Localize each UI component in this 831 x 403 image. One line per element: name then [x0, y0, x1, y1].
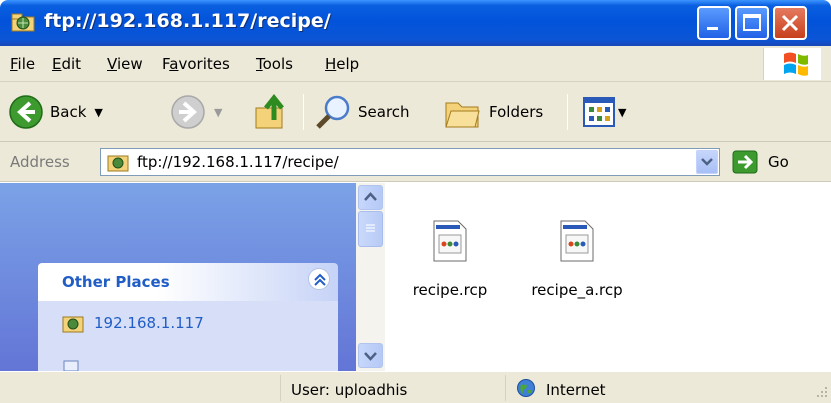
close-button[interactable]: [773, 6, 807, 40]
collapse-icon[interactable]: [308, 268, 330, 290]
file-name: recipe.rcp: [412, 281, 488, 299]
ftp-folder-icon: [107, 155, 129, 172]
back-arrow-icon: [9, 95, 43, 129]
other-places-body: 192.168.1.117: [38, 301, 338, 371]
menu-tools[interactable]: Tools: [256, 55, 293, 73]
file-icon: [560, 220, 594, 262]
scroll-thumb[interactable]: [358, 211, 383, 247]
menu-favorites[interactable]: Favorites: [162, 55, 230, 73]
globe-icon: [517, 379, 535, 397]
ftp-folder-icon: [62, 316, 84, 333]
place-link-label: 192.168.1.117: [94, 314, 204, 332]
folders-icon: [445, 102, 480, 128]
up-folder-button[interactable]: [252, 92, 292, 132]
views-dropdown-icon[interactable]: ▼: [618, 106, 626, 119]
go-arrow-icon: [732, 150, 758, 174]
search-button[interactable]: Search: [314, 93, 410, 131]
search-icon: [316, 95, 350, 129]
folders-label: Folders: [489, 103, 544, 121]
partial-item-icon: [63, 360, 79, 371]
address-dropdown-button[interactable]: [696, 150, 718, 174]
chevron-down-icon: [364, 352, 377, 361]
menu-help[interactable]: Help: [325, 55, 359, 73]
file-item[interactable]: recipe_a.rcp: [522, 219, 632, 299]
forward-arrow-icon: [171, 95, 205, 129]
forward-button[interactable]: ▼: [170, 94, 222, 130]
scroll-down-button[interactable]: [358, 343, 383, 368]
status-pane-user: User: uploadhis: [280, 375, 500, 401]
up-folder-icon: [255, 93, 284, 129]
windows-logo-icon: [763, 48, 821, 80]
minimize-button[interactable]: [697, 6, 731, 40]
resize-grip-icon[interactable]: [813, 383, 829, 399]
other-places-header[interactable]: Other Places: [38, 263, 338, 301]
vertical-scrollbar[interactable]: [356, 183, 385, 371]
menu-edit[interactable]: Edit: [52, 55, 81, 73]
place-link-host[interactable]: 192.168.1.117: [62, 313, 204, 333]
other-places-title: Other Places: [62, 273, 170, 291]
address-value: ftp://192.168.1.117/recipe/: [137, 153, 339, 171]
menu-view[interactable]: View: [107, 55, 143, 73]
views-icon: [583, 97, 615, 127]
back-button[interactable]: Back ▼: [8, 94, 103, 130]
status-pane-zone: Internet: [505, 375, 831, 401]
chevron-up-icon: [364, 192, 377, 201]
window-title: ftp://192.168.1.117/recipe/: [44, 10, 331, 32]
menu-bar: File Edit View Favorites Tools Help: [0, 46, 831, 82]
file-name: recipe_a.rcp: [531, 281, 623, 299]
title-bar[interactable]: ftp://192.168.1.117/recipe/: [0, 0, 831, 46]
go-label: Go: [768, 153, 789, 171]
back-dropdown-icon[interactable]: ▼: [94, 106, 102, 119]
address-bar: Address ftp://192.168.1.117/recipe/ Go: [0, 142, 831, 182]
status-zone: Internet: [546, 381, 606, 399]
toolbar: Back ▼ ▼ Search Folders ▼: [0, 82, 831, 142]
address-label: Address: [10, 153, 70, 171]
toolbar-separator: [567, 94, 568, 130]
file-item[interactable]: recipe.rcp: [395, 219, 505, 299]
file-list[interactable]: recipe.rcp recipe_a.rcp: [385, 183, 831, 371]
ftp-folder-icon: [10, 9, 36, 35]
forward-dropdown-icon[interactable]: ▼: [214, 106, 222, 119]
task-pane: Other Places 192.168.1.117: [0, 183, 356, 371]
folders-button[interactable]: Folders: [443, 93, 543, 131]
views-button[interactable]: ▼: [583, 97, 626, 127]
scroll-up-button[interactable]: [358, 185, 383, 210]
status-bar: User: uploadhis Internet: [0, 371, 831, 403]
toolbar-separator: [303, 94, 304, 130]
chevron-down-icon: [701, 158, 713, 166]
back-label: Back: [50, 103, 87, 121]
go-button[interactable]: Go: [732, 150, 789, 174]
search-label: Search: [358, 103, 410, 121]
file-icon: [433, 220, 467, 262]
maximize-button[interactable]: [735, 6, 769, 40]
address-input[interactable]: ftp://192.168.1.117/recipe/: [100, 148, 720, 176]
menu-file[interactable]: File: [10, 55, 35, 73]
status-user: User: uploadhis: [291, 381, 408, 399]
